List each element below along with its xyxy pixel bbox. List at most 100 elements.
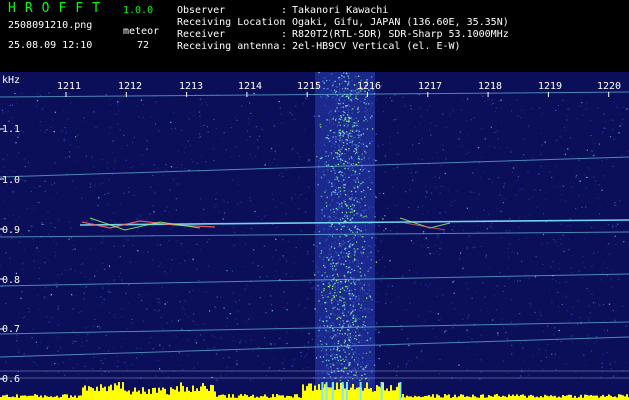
band-dot [348,176,350,178]
band-dot [369,117,372,119]
noise-dot [53,182,56,184]
band-dot [347,241,349,243]
noise-dot [76,334,78,336]
noise-dot [75,136,77,138]
band-dot [340,174,342,176]
band-dot [346,143,348,145]
noise-dot [480,334,482,336]
noise-dot [612,310,614,312]
level-bar [24,395,26,400]
band-dot [361,167,363,169]
noise-dot [111,152,113,154]
noise-dot [411,172,413,174]
noise-dot [612,375,615,377]
level-bar [94,390,96,400]
noise-dot [169,189,171,191]
band-dot [337,285,339,287]
band-dot [331,371,333,374]
noise-dot [439,359,441,361]
noise-dot [107,204,109,206]
noise-dot [382,111,385,113]
level-bar [122,382,124,400]
noise-dot [484,138,486,140]
noise-dot [409,189,411,191]
band-dot [357,235,359,237]
noise-dot [232,292,234,294]
band-dot [344,281,347,283]
noise-dot [248,303,251,305]
band-dot [326,330,328,333]
noise-dot [379,193,381,195]
band-dot [326,196,328,198]
band-dot [351,298,354,300]
level-bar [108,386,110,400]
band-dot [345,266,348,268]
noise-dot [233,244,235,246]
noise-dot [622,305,624,307]
noise-dot [271,162,273,164]
band-dot [347,334,349,336]
noise-dot [617,275,619,277]
level-bar [196,388,198,400]
band-dot [313,244,315,246]
noise-dot [245,139,248,141]
band-dot [331,200,334,202]
band-dot [364,116,366,118]
band-dot [329,336,332,338]
band-dot [330,217,332,219]
noise-dot [430,134,432,136]
noise-dot [618,132,620,134]
noise-dot [601,160,603,162]
band-dot [339,379,341,382]
level-bar [480,394,482,400]
noise-dot [524,274,526,276]
noise-dot [432,327,434,329]
band-dot [348,245,350,248]
band-dot [359,282,361,284]
noise-dot [127,239,129,241]
noise-dot [184,260,186,262]
noise-dot [84,365,86,368]
noise-dot [72,330,74,332]
band-dot [336,358,338,360]
band-dot [349,296,351,298]
noise-dot [200,98,202,100]
band-dot [342,256,344,258]
band-dot [336,201,338,204]
noise-dot [470,119,472,121]
level-bar [426,395,428,400]
noise-dot [554,327,556,329]
band-dot [332,191,334,193]
noise-dot [462,229,464,231]
level-bar [608,394,610,400]
band-dot [362,300,365,303]
noise-dot [284,359,286,361]
noise-dot [158,301,160,303]
noise-dot [538,173,540,175]
band-dot [330,263,332,265]
noise-dot [536,234,538,236]
band-dot [357,363,359,365]
level-bar [138,390,140,400]
noise-dot [141,353,143,355]
noise-dot [169,228,172,230]
noise-dot [187,251,189,253]
band-dot [362,143,364,145]
band-dot [352,89,354,91]
noise-dot [205,291,207,293]
noise-dot [519,342,521,344]
noise-dot [404,105,406,107]
band-dot [328,119,330,121]
noise-dot [586,340,588,342]
band-dot [363,149,365,151]
band-dot [341,312,344,314]
band-dot [330,291,332,293]
noise-dot [410,240,413,242]
noise-dot [505,230,507,232]
band-dot [360,275,362,277]
band-dot [354,309,356,311]
band-dot [329,366,331,369]
noise-dot [80,285,82,287]
noise-dot [38,308,40,311]
band-dot [354,352,357,354]
